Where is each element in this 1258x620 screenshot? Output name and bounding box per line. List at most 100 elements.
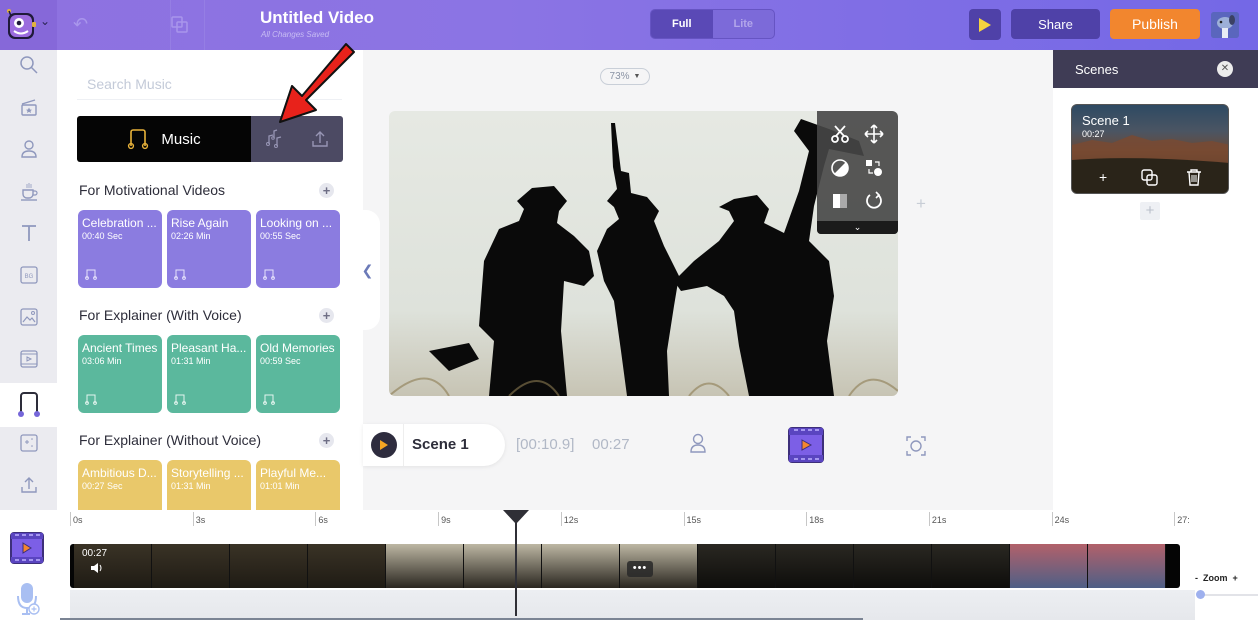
volume-icon[interactable] (90, 562, 104, 574)
character-icon[interactable] (688, 432, 708, 454)
focus-icon[interactable] (906, 436, 926, 456)
sidebar-item-effects[interactable] (0, 422, 57, 464)
toolbar-expand-button[interactable]: ⌄ (817, 221, 898, 234)
audio-track[interactable] (70, 590, 1195, 620)
track-duration: 00:40 Sec (82, 231, 123, 241)
track-duration: 03:06 Min (82, 356, 122, 366)
category-add-button[interactable]: + (319, 183, 334, 198)
timeline-tick: 18s (806, 512, 824, 526)
add-scene-after-icon[interactable]: + (1099, 169, 1107, 185)
contrast-icon[interactable] (828, 156, 852, 180)
sidebar-item-search[interactable] (0, 44, 57, 86)
music-track-card[interactable]: Rise Again 02:26 Min (167, 210, 251, 288)
sidebar-item-backgrounds[interactable]: BG (0, 254, 57, 296)
project-title[interactable]: Untitled Video (260, 8, 374, 28)
sidebar-item-props[interactable] (0, 170, 57, 212)
playhead[interactable] (514, 518, 517, 616)
scene-player: Scene 1 (363, 424, 505, 466)
music-track-card[interactable]: Looking on ... 00:55 Sec (256, 210, 340, 288)
scene-play-button[interactable] (371, 432, 397, 458)
zoom-slider-handle[interactable] (1196, 590, 1205, 599)
scenes-title: Scenes (1075, 62, 1119, 77)
music-note-icon (263, 269, 275, 280)
mode-toggle[interactable]: Full Lite (650, 9, 775, 39)
timeline-zoom-slider[interactable] (1196, 590, 1258, 599)
category-add-button[interactable]: + (319, 433, 334, 448)
music-track-card[interactable]: Ancient Times 03:06 Min (78, 335, 162, 413)
canvas-zoom-select[interactable]: 73% ▼ (600, 68, 650, 85)
coffee-cup-icon (20, 183, 38, 201)
publish-button[interactable]: Publish (1110, 9, 1200, 39)
zoom-in-button[interactable]: + (1233, 573, 1238, 583)
timeline-tick: 9s (438, 512, 451, 526)
logo-menu[interactable]: ⌄ (0, 0, 57, 50)
preview-play-button[interactable] (969, 9, 1001, 40)
music-track-card[interactable]: Playful Me... 01:01 Min (256, 460, 340, 510)
sidebar-item-music[interactable] (0, 383, 57, 427)
track-duration: 00:27 Sec (82, 481, 123, 491)
music-track-card[interactable]: Celebration ... 00:40 Sec (78, 210, 162, 288)
top-bar: ⌄ ↶ Untitled Video All Changes Saved Ful… (0, 0, 1258, 50)
sidebar-item-scenes[interactable] (0, 86, 57, 128)
music-track-card[interactable]: Storytelling ... 01:31 Min (167, 460, 251, 510)
scene-thumbnail[interactable]: Scene 1 00:27 + (1071, 104, 1229, 194)
category-add-button[interactable]: + (319, 308, 334, 323)
rotate-icon[interactable] (862, 189, 886, 213)
playhead-handle[interactable] (502, 510, 529, 524)
move-icon[interactable] (862, 122, 886, 146)
opacity-icon[interactable] (828, 189, 852, 213)
add-scene-button[interactable]: + (1140, 202, 1160, 220)
sidebar-item-images[interactable] (0, 296, 57, 338)
music-track-card[interactable]: Old Memories 00:59 Sec (256, 335, 340, 413)
microphone-icon[interactable] (15, 582, 41, 616)
music-icon (17, 392, 40, 417)
film-frame (230, 544, 308, 588)
music-note-icon (85, 269, 97, 280)
mode-full-option[interactable]: Full (651, 10, 713, 38)
logo-icon (7, 9, 36, 39)
music-track-card[interactable]: Ambitious D... 00:27 Sec (78, 460, 162, 510)
tab-music[interactable]: Music (77, 116, 251, 162)
share-button[interactable]: Share (1011, 9, 1100, 39)
film-frame (1010, 544, 1088, 588)
video-icon (19, 350, 38, 368)
film-frame (698, 544, 776, 588)
music-note-icon (174, 394, 186, 405)
delete-scene-icon[interactable] (1186, 168, 1202, 186)
sidebar-item-videos[interactable] (0, 338, 57, 380)
zoom-out-button[interactable]: - (1195, 573, 1198, 583)
image-icon (19, 308, 38, 326)
scenes-panel: Scenes ✕ Scene 1 00:27 + + (1053, 50, 1258, 510)
annotation-arrow-icon (279, 43, 355, 123)
scissors-icon[interactable] (828, 122, 852, 146)
timeline-tick: 24s (1051, 512, 1069, 526)
collapse-panel-button[interactable]: ❮ (355, 210, 380, 330)
chevron-down-icon: ⌄ (853, 222, 862, 232)
scene-name: Scene 1 (412, 436, 469, 453)
swap-icon[interactable] (862, 156, 886, 180)
duplicate-icon[interactable] (170, 15, 190, 35)
current-time: [00:10.9] (516, 436, 575, 453)
close-scenes-button[interactable]: ✕ (1217, 61, 1233, 77)
add-element-button[interactable]: + (916, 194, 926, 214)
zoom-level: 73% (609, 71, 630, 82)
video-scene-icon[interactable] (788, 427, 824, 463)
music-track-card[interactable]: Pleasant Ha... 01:31 Min (167, 335, 251, 413)
sidebar-item-text[interactable] (0, 212, 57, 254)
mode-lite-option[interactable]: Lite (713, 10, 775, 38)
video-track-icon[interactable] (10, 532, 44, 564)
category-title: For Explainer (With Voice) (79, 307, 242, 323)
duplicate-scene-icon[interactable] (1141, 169, 1159, 187)
user-avatar[interactable] (1211, 12, 1239, 38)
scene-duration: 00:27 (592, 436, 630, 453)
film-frame (854, 544, 932, 588)
undo-icon[interactable]: ↶ (73, 14, 88, 35)
video-track[interactable] (70, 544, 1180, 588)
category-title: For Explainer (Without Voice) (79, 432, 262, 448)
track-more-options-button[interactable]: ••• (627, 561, 653, 577)
play-icon (380, 440, 388, 450)
film-frame (386, 544, 464, 588)
music-note-icon (85, 394, 97, 405)
sidebar-item-characters[interactable] (0, 128, 57, 170)
sidebar-item-upload[interactable] (0, 464, 57, 506)
